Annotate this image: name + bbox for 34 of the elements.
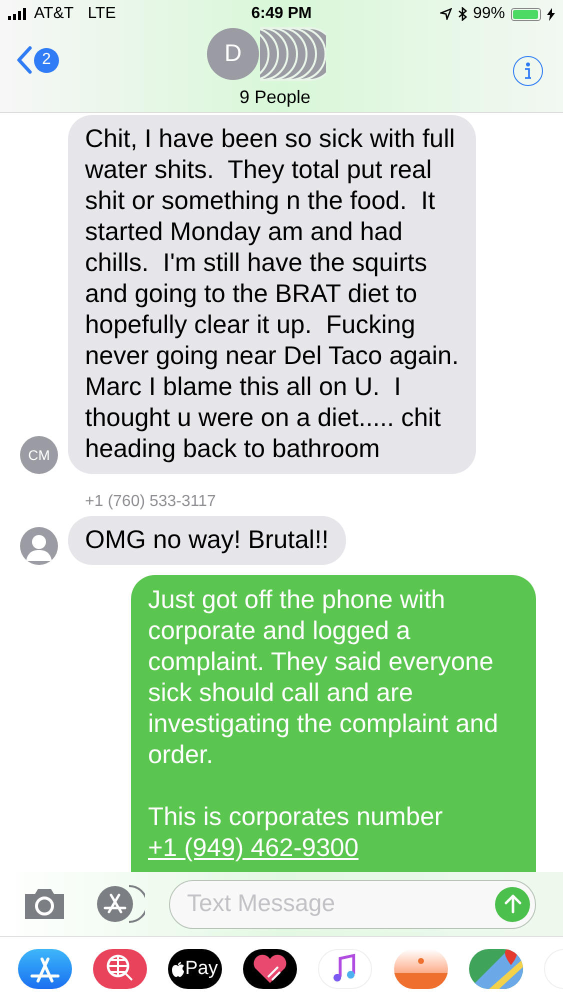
message-text: OMG no way! Brutal!! [85, 525, 329, 556]
arrow-up-icon [504, 894, 522, 914]
carrier-label: AT&T [34, 4, 74, 24]
charging-icon [547, 8, 555, 20]
back-button[interactable]: 2 [16, 46, 59, 74]
sender-name: +1 (760) 533-3117 [85, 492, 217, 512]
info-button[interactable] [513, 56, 543, 86]
info-icon [524, 62, 532, 80]
app-store-icon[interactable] [18, 949, 72, 989]
pay-label: Pay [185, 956, 218, 981]
status-time: 6:49 PM [250, 4, 313, 24]
location-icon [440, 8, 452, 20]
network-label: LTE [88, 4, 116, 24]
camera-button[interactable] [22, 887, 67, 921]
apple-icon [172, 962, 184, 976]
message-text: Just got off the phone with corporate and logged a complaint. They said everyone sick should call and are investigating the complaint and order. [148, 585, 500, 771]
bluetooth-icon [458, 7, 467, 21]
message-text: This is corporates number [148, 802, 444, 833]
contact-avatar: CM [20, 436, 58, 474]
map-icon[interactable] [469, 949, 523, 989]
signal-icon [8, 8, 28, 20]
unread-badge: 2 [34, 48, 59, 72]
music-note-icon[interactable] [318, 949, 372, 989]
card-app-icon[interactable] [394, 949, 448, 989]
person-avatar-icon [20, 527, 58, 565]
app-store-button[interactable] [95, 884, 145, 924]
group-name[interactable]: 9 People [239, 84, 311, 111]
apple-pay-button[interactable]: Pay [168, 949, 222, 989]
phone-link[interactable]: +1 (949) 462-9300 [148, 833, 359, 864]
message-text: Chit, I have been so sick with full water shits. They total put real shit or something n the food. It started Monday am and had chills. I'm still have the squirts and going to the BRAT diet to hopefully clear it up. Fucking never going near Del Taco again. Marc I blame this all on U. I thought u were on a diet..... chit heading back to bathroom [85, 124, 459, 465]
chevron-left-icon [16, 46, 32, 74]
battery-icon [511, 8, 541, 20]
web-search-icon[interactable] [93, 949, 147, 989]
battery-percent: 99% [472, 4, 505, 24]
